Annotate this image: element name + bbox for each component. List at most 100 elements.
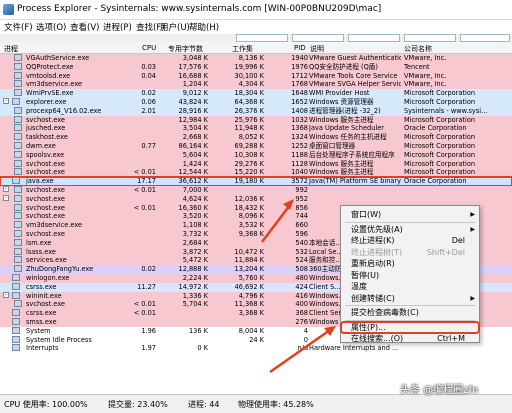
private-bytes-value: 3,048 K [182, 54, 208, 62]
menu-help[interactable]: 帮助(H) [189, 21, 219, 33]
process-row[interactable]: QQProtect.exe 0.03 17,576 K 19,996 K 1976 QQ安… [0, 62, 512, 72]
menu-separator [345, 319, 475, 321]
context-menu-item[interactable]: 创建转储(C) ▶ [341, 293, 479, 305]
cpu-value: 0.06 [141, 98, 156, 106]
process-icon [14, 247, 22, 255]
io-graph[interactable] [348, 34, 400, 42]
private-bytes-value: 14,972 K [178, 282, 209, 291]
process-row[interactable]: vmtoolsd.exe 0.04 16,688 K 30,100 K 1712 VMwa… [0, 71, 512, 81]
process-name: svchost.exe [26, 230, 65, 238]
private-bytes-value: 12,984 K [178, 115, 209, 124]
process-row[interactable]: vm3dservice.exe 1,204 K 4,304 K 1768 VMware … [0, 80, 512, 90]
col-description[interactable]: 说明 [310, 44, 324, 54]
menu-process[interactable]: 进程(P) [103, 21, 132, 33]
process-icon [14, 159, 22, 167]
tree-toggle-icon[interactable]: - [3, 98, 9, 104]
tree-toggle-icon[interactable]: - [3, 186, 9, 192]
process-row[interactable]: svchost.exe 1,424 K 29,276 K 1128 Windows 服务… [0, 159, 512, 169]
process-row[interactable]: taskhost.exe 2,668 K 8,052 K 1324 Windows 任务… [0, 133, 512, 142]
pid-value: 1188 [291, 150, 308, 159]
menu-view[interactable]: 查看(V) [70, 21, 99, 33]
context-menu-item[interactable]: 在线搜索...(O) Ctrl+M [341, 333, 479, 345]
menu-options[interactable]: 选项(O) [36, 21, 66, 33]
process-icon [12, 309, 20, 317]
private-bytes-value: 28,916 K [178, 106, 209, 115]
process-icon [12, 318, 20, 325]
network-graph[interactable] [404, 34, 456, 42]
cpu-graph[interactable] [236, 34, 288, 42]
context-menu-item[interactable]: 设置优先级(A) ▶ [341, 224, 479, 236]
process-row[interactable]: - explorer.exe 0.06 43,824 K 64,368 K 1652 Win… [0, 98, 512, 107]
menu-users[interactable]: 用户(U) [160, 21, 190, 33]
working-set-value: 19,180 K [234, 177, 265, 186]
process-name: dwm.exe [26, 142, 56, 150]
process-name: wininit.exe [26, 291, 62, 300]
col-private-bytes[interactable]: 专用字节数 [168, 44, 203, 54]
pid-value: 416 [295, 291, 308, 300]
submenu-arrow-icon: ▶ [470, 225, 475, 233]
company-value: Microsoft Corporation [404, 142, 476, 150]
process-name: spoolsv.exe [26, 150, 65, 159]
selected-process-row[interactable]: java.exe 17.17 36,612 K 19,180 K 3572 Java(TM… [0, 176, 512, 187]
process-row[interactable]: - svchost.exe < 0.01 7,000 K 992 [0, 186, 512, 195]
context-menu-item[interactable]: 窗口(W) ▶ [341, 209, 479, 221]
process-icon [14, 106, 22, 114]
process-icon [14, 300, 22, 308]
working-set-value: 26,376 K [234, 106, 265, 115]
working-set-value: 18,432 K [234, 203, 265, 212]
col-working-set[interactable]: 工作集 [232, 44, 253, 54]
company-value: Microsoft Corporation [404, 115, 476, 124]
watermark: 头条 @编程圈zfn [400, 385, 479, 396]
process-row[interactable]: svchost.exe < 0.01 12,544 K 15,220 K 1040 Win… [0, 168, 512, 178]
working-set-value: 5,760 K [238, 274, 264, 282]
process-row[interactable]: jusched.exe 3,504 K 11,948 K 1368 Java Updat… [0, 124, 512, 134]
process-row[interactable]: dwm.exe 0.77 86,164 K 69,288 K 1252 桌面窗口管理器 Mi… [0, 142, 512, 151]
cpu-value: 1.97 [141, 344, 156, 353]
context-menu-label: 属性(P)... [351, 322, 386, 332]
tree-toggle-icon[interactable]: - [3, 291, 9, 298]
process-row[interactable]: WmiPrvSE.exe 0.02 9,012 K 18,304 K 1648 WMI P… [0, 89, 512, 98]
window-title: Process Explorer - Sysinternals: www.sys… [17, 4, 382, 14]
process-name: System Idle Process [26, 335, 92, 344]
private-bytes-value: 4,624 K [182, 194, 208, 203]
process-name: svchost.exe [26, 159, 65, 168]
pid-value: 1324 [291, 133, 308, 142]
process-icon [14, 80, 22, 88]
context-menu-item[interactable]: 暂停(U) [341, 270, 479, 282]
working-set-value: 24 K [249, 335, 264, 344]
process-row[interactable]: svchost.exe 12,984 K 25,976 K 1032 Windows 服… [0, 115, 512, 125]
working-set-value: 25,976 K [234, 115, 265, 124]
pid-value: 1940 [291, 54, 308, 62]
private-bytes-value: 43,824 K [178, 98, 209, 106]
pid-value: n/a [297, 344, 308, 353]
col-company[interactable]: 公司名称 [404, 44, 432, 54]
context-menu-item[interactable]: 重新启动(R) [341, 258, 479, 270]
col-pid[interactable]: PID [294, 44, 306, 52]
col-process[interactable]: 进程 [4, 44, 18, 54]
context-menu-item[interactable]: 终止进程(K) Del [341, 235, 479, 247]
process-row[interactable]: procexp64_V16.02.exe 2.01 28,916 K 26,376 K… [0, 106, 512, 116]
context-menu-item[interactable]: 提交检查病毒数(C) [341, 307, 479, 319]
process-row[interactable]: VGAuthService.exe 3,048 K 8,136 K 1940 VMwar… [0, 54, 512, 63]
pid-value: 1408 [291, 106, 308, 115]
menu-file[interactable]: 文件(F) [4, 21, 33, 33]
gpu-graph[interactable] [460, 34, 510, 42]
process-row[interactable]: - svchost.exe 4,624 K 12,036 K 952 [0, 194, 512, 204]
commit-graph[interactable] [292, 34, 344, 42]
description-value: Windows 服务主进程 [309, 159, 374, 168]
tree-toggle-icon[interactable]: - [3, 194, 9, 201]
pid-value: 368 [295, 309, 308, 318]
process-row[interactable]: spoolsv.exe 5,604 K 10,308 K 1188 后台处理程序子系统应… [0, 150, 512, 160]
pid-value: 1652 [291, 98, 308, 106]
context-menu-item[interactable]: 温度 [341, 281, 479, 293]
company-value: Sysinternals - www.sysi... [404, 106, 488, 115]
context-menu-item[interactable]: 终止进程树(T) Shift+Del [341, 247, 479, 259]
process-icon [14, 212, 22, 220]
col-cpu[interactable]: CPU [142, 44, 156, 52]
process-name: svchost.exe [26, 300, 65, 309]
context-menu-item[interactable]: 属性(P)... [340, 320, 480, 334]
process-row[interactable]: Interrupts 1.97 0 K n/a Hardware Interrupts … [0, 344, 512, 353]
cpu-value: < 0.01 [133, 186, 156, 194]
process-name: svchost.exe [26, 186, 65, 194]
process-icon [12, 98, 20, 105]
